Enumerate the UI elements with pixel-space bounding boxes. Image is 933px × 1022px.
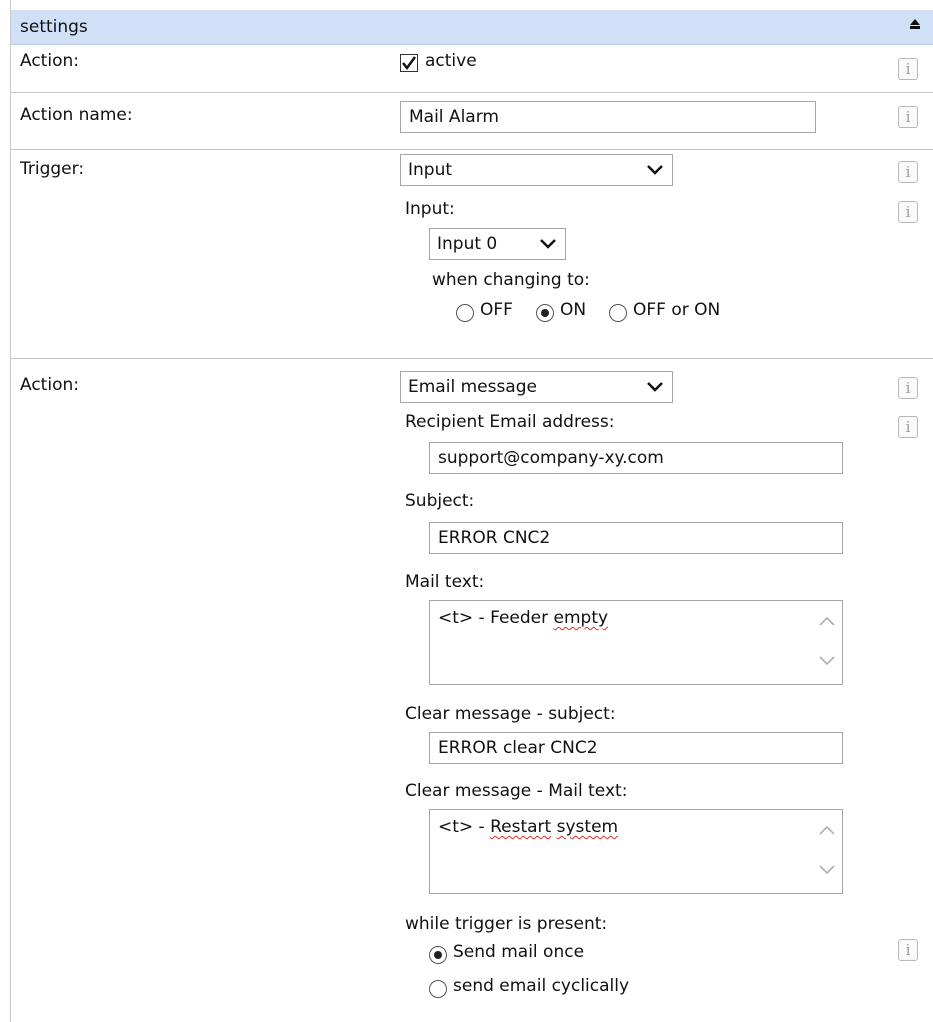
trigger-select-value: Input <box>408 160 453 180</box>
row-label: Action name: <box>20 105 133 125</box>
active-checkbox[interactable] <box>400 54 418 72</box>
active-checkbox-label: active <box>425 51 477 71</box>
scroll-up-icon[interactable] <box>818 615 836 627</box>
row-label: Action: <box>20 375 79 395</box>
trigger-select[interactable]: Input <box>400 154 673 186</box>
info-icon[interactable]: i <box>898 416 918 438</box>
clear-text-textarea[interactable]: <t> - Restart system <box>429 809 843 894</box>
action-select[interactable]: Email message <box>400 371 673 403</box>
radio-send-cyclically[interactable] <box>429 980 447 998</box>
info-icon[interactable]: i <box>898 201 918 223</box>
info-icon[interactable]: i <box>898 161 918 183</box>
info-icon[interactable]: i <box>898 106 918 128</box>
mail-text-textarea[interactable]: <t> - Feeder empty <box>429 600 843 685</box>
chevron-down-icon <box>647 165 663 175</box>
radio-on-label: ON <box>560 300 587 320</box>
row-action-name: Action name: Mail Alarm i <box>11 92 933 150</box>
subject-input[interactable]: ERROR CNC2 <box>429 522 843 554</box>
collapse-up-icon[interactable] <box>908 18 922 34</box>
radio-on[interactable] <box>536 304 554 322</box>
scroll-down-icon[interactable] <box>818 655 836 667</box>
chevron-down-icon <box>647 382 663 392</box>
scroll-up-icon[interactable] <box>818 824 836 836</box>
action-name-input[interactable]: Mail Alarm <box>400 101 816 133</box>
clear-text-content: <t> - Restart system <box>438 817 619 837</box>
clear-subject-input[interactable]: ERROR clear CNC2 <box>429 732 843 764</box>
radio-send-once-label: Send mail once <box>453 942 585 962</box>
info-icon[interactable]: i <box>898 58 918 80</box>
chevron-down-icon <box>540 239 556 249</box>
radio-off[interactable] <box>456 304 474 322</box>
row-trigger: Trigger: Input i Input: i Input 0 when c… <box>11 149 933 359</box>
while-trigger-label: while trigger is present: <box>405 914 608 934</box>
settings-panel: settings Action: active i Action name: M… <box>10 0 933 1022</box>
radio-off-label: OFF <box>480 300 513 320</box>
mail-text-label: Mail text: <box>405 572 485 592</box>
settings-header: settings <box>11 10 933 45</box>
mail-text-content: <t> - Feeder empty <box>438 608 609 628</box>
subject-label: Subject: <box>405 491 475 511</box>
info-icon[interactable]: i <box>898 377 918 399</box>
recipient-label: Recipient Email address: <box>405 412 615 432</box>
row-label: Trigger: <box>20 159 85 179</box>
clear-text-label: Clear message - Mail text: <box>405 781 628 801</box>
radio-send-cyclically-label: send email cyclically <box>453 976 630 996</box>
check-icon <box>402 56 417 71</box>
row-action: Action: Email message i Recipient Email … <box>11 358 933 1018</box>
info-icon[interactable]: i <box>898 939 918 961</box>
radio-off-or-on[interactable] <box>609 304 627 322</box>
action-select-value: Email message <box>408 377 537 397</box>
radio-send-once[interactable] <box>429 946 447 964</box>
changing-label: when changing to: <box>432 270 590 290</box>
scroll-down-icon[interactable] <box>818 864 836 876</box>
clear-subject-label: Clear message - subject: <box>405 704 616 724</box>
recipient-email-input[interactable]: support@company-xy.com <box>429 442 843 474</box>
radio-off-or-on-label: OFF or ON <box>633 300 721 320</box>
input-select[interactable]: Input 0 <box>429 228 566 260</box>
input-select-value: Input 0 <box>437 234 498 254</box>
row-label: Action: <box>20 51 79 71</box>
input-label: Input: <box>405 199 455 219</box>
settings-title: settings <box>20 17 88 37</box>
row-active: Action: active i <box>11 45 933 93</box>
